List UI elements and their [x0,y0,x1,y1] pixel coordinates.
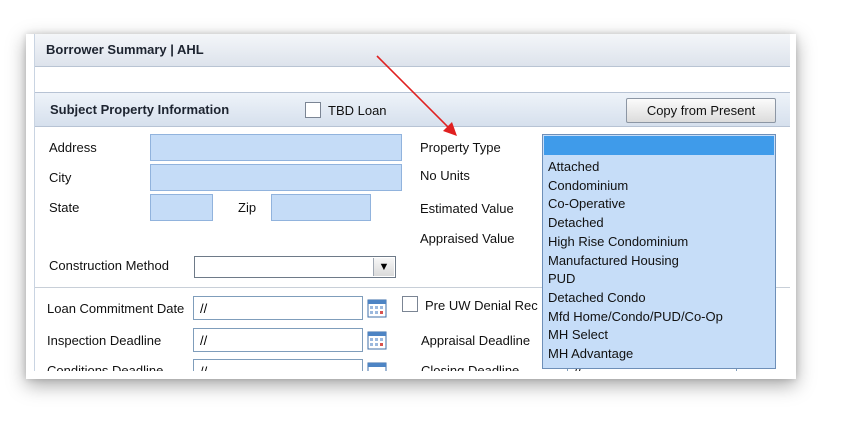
annotation-arrow [376,55,457,136]
